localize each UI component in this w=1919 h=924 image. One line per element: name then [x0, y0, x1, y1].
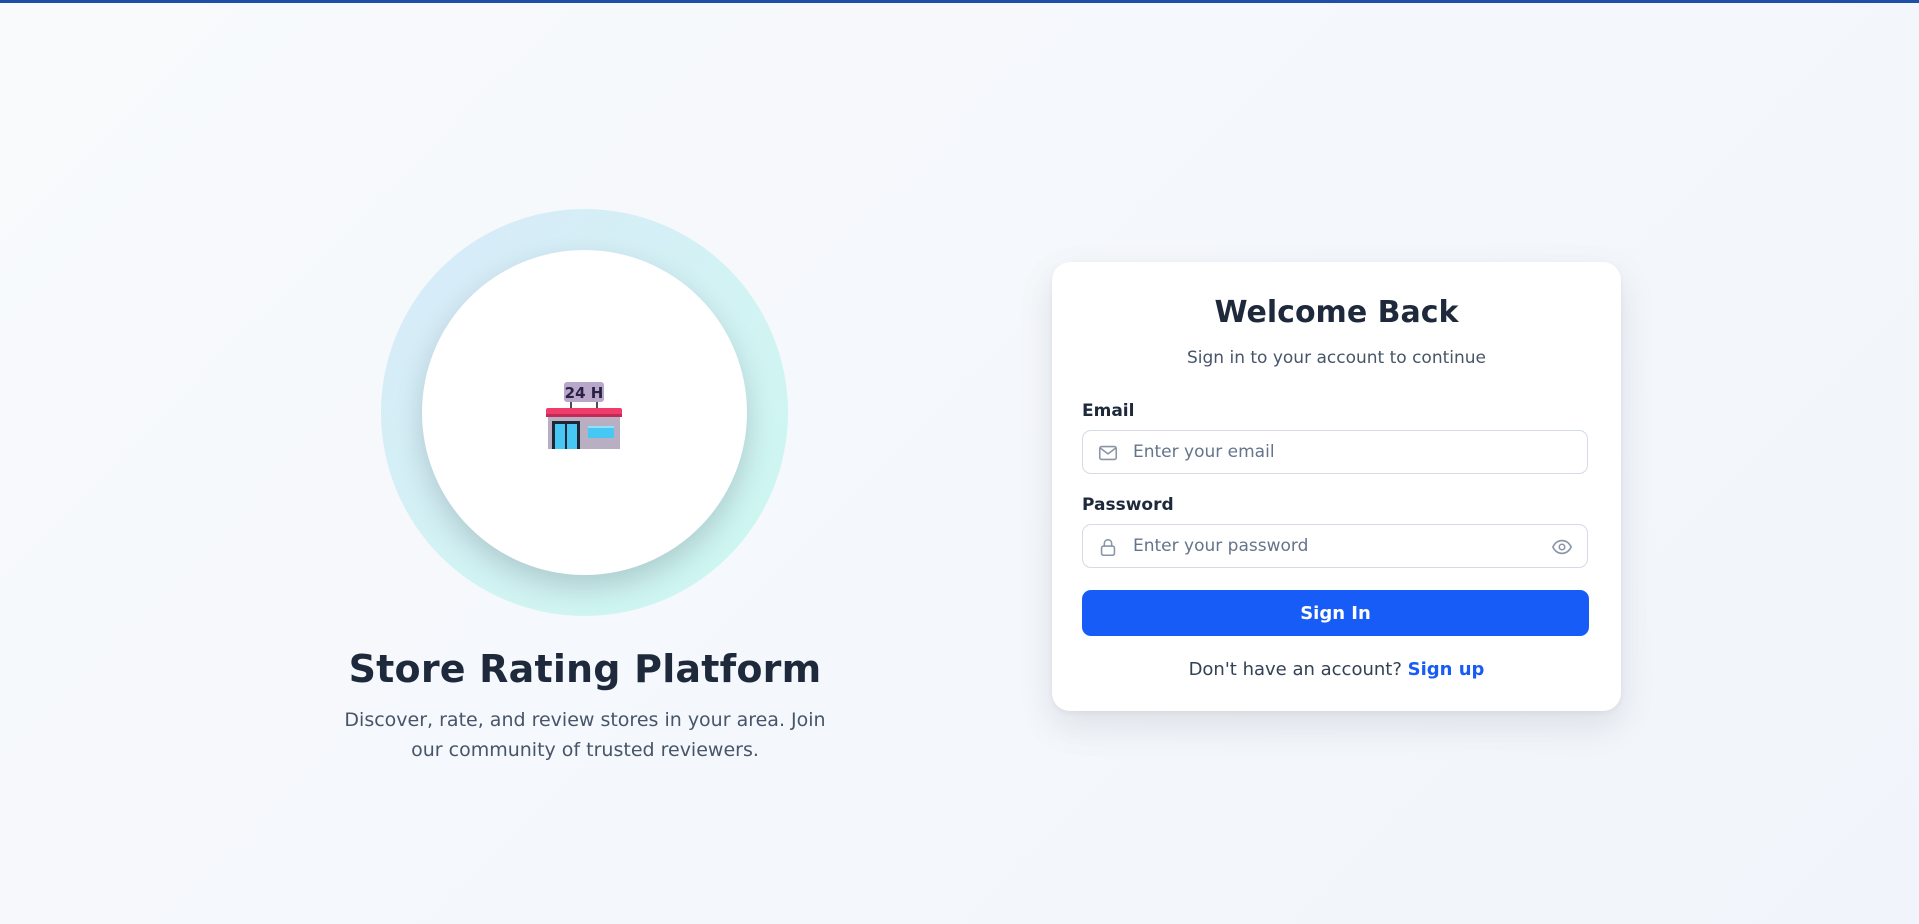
email-label: Email [1082, 401, 1135, 421]
password-input[interactable] [1133, 525, 1533, 567]
svg-text:24 H: 24 H [565, 384, 604, 402]
signup-prompt-text: Don't have an account? [1188, 659, 1402, 680]
sign-in-button[interactable]: Sign In [1082, 590, 1589, 636]
login-title: Welcome Back [1214, 295, 1459, 330]
hero-disc: 24 H [422, 250, 747, 575]
platform-description: Discover, rate, and review stores in you… [344, 709, 826, 761]
login-card: Welcome Back Sign in to your account to … [1052, 262, 1621, 711]
signup-prompt-line: Don't have an account? Sign up [1052, 659, 1621, 680]
sign-up-link[interactable]: Sign up [1408, 659, 1485, 680]
top-accent-bar [0, 0, 1919, 3]
convenience-store-icon: 24 H [546, 382, 622, 449]
mail-icon [1098, 445, 1118, 461]
eye-icon[interactable] [1551, 536, 1573, 558]
password-field-wrapper [1082, 524, 1588, 568]
hero-ring: 24 H [381, 209, 788, 616]
email-input[interactable] [1133, 431, 1533, 473]
login-subtitle: Sign in to your account to continue [1186, 348, 1486, 368]
lock-icon [1100, 538, 1116, 557]
email-field-wrapper [1082, 430, 1588, 474]
password-label: Password [1082, 495, 1174, 515]
platform-title: Store Rating Platform [348, 647, 822, 691]
